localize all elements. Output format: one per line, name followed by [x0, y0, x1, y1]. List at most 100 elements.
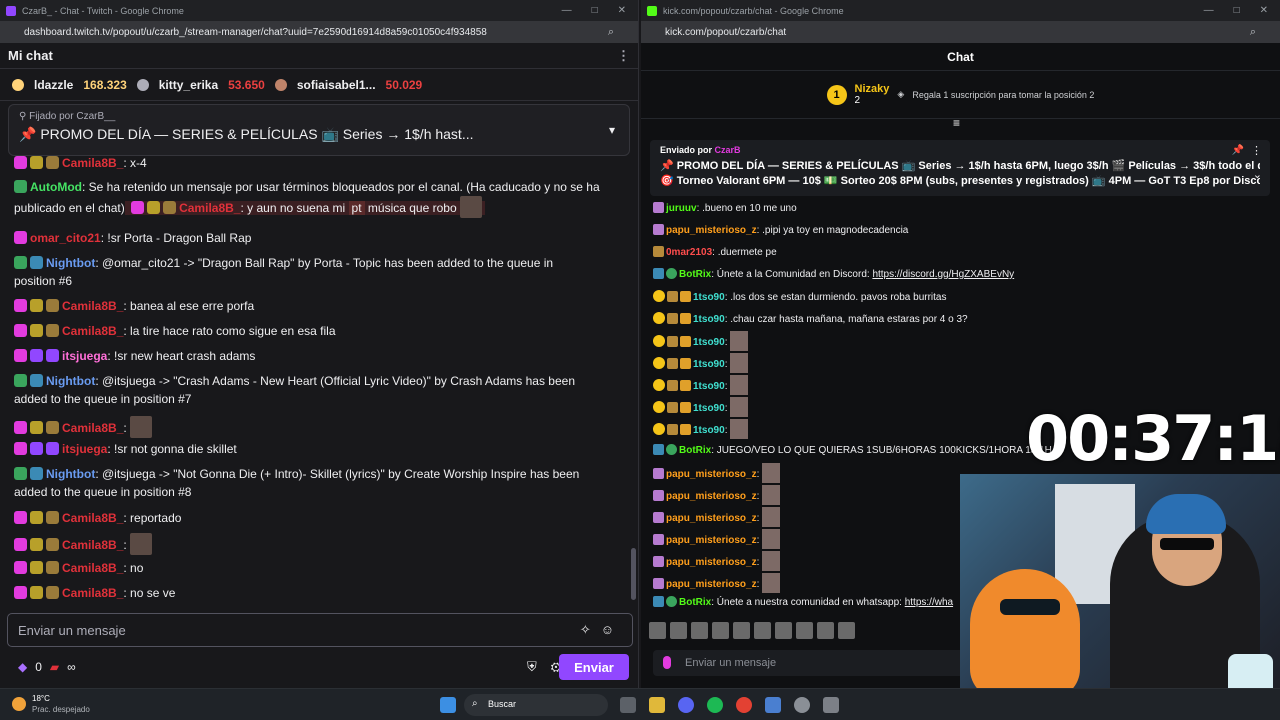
- username[interactable]: juruuv: [666, 203, 697, 214]
- username[interactable]: Nightbot: [46, 467, 95, 481]
- username[interactable]: 1tso90: [693, 292, 725, 303]
- username[interactable]: Camila8B_: [62, 538, 123, 552]
- emote-icon[interactable]: [649, 622, 666, 639]
- username[interactable]: itsjuega: [62, 442, 107, 456]
- emote-icon[interactable]: [712, 622, 729, 639]
- emote-icon[interactable]: [775, 622, 792, 639]
- search-box[interactable]: ⌕ Buscar: [464, 694, 608, 716]
- username[interactable]: 1tso90: [693, 381, 725, 392]
- emote-icon[interactable]: [733, 622, 750, 639]
- username[interactable]: 0mar2103: [666, 247, 712, 258]
- chevron-down-icon[interactable]: ⌄: [1253, 168, 1262, 181]
- username[interactable]: 1tso90: [693, 337, 725, 348]
- emote-icon[interactable]: [670, 622, 687, 639]
- zoom-icon[interactable]: ⌕: [1250, 26, 1256, 39]
- emote-icon[interactable]: [691, 622, 708, 639]
- username[interactable]: Camila8B_: [62, 324, 123, 338]
- url-text[interactable]: kick.com/popout/czarb/chat: [665, 27, 786, 38]
- filter-icon[interactable]: ≡: [953, 116, 960, 130]
- username[interactable]: Camila8B_: [62, 299, 123, 313]
- leader-3[interactable]: sofiaisabel1...: [297, 78, 376, 92]
- username[interactable]: papu_misterioso_z: [666, 513, 757, 524]
- task-view-icon[interactable]: [620, 697, 636, 713]
- message-text: : @itsjuega -> "Not Gonna Die (+ Intro)-…: [95, 467, 580, 481]
- whatsapp-link[interactable]: https://wha: [905, 597, 953, 608]
- username[interactable]: papu_misterioso_z: [666, 491, 757, 502]
- send-button[interactable]: Enviar: [559, 654, 629, 680]
- more-options-icon[interactable]: ⋮: [1251, 144, 1262, 157]
- username[interactable]: BotRix: [679, 445, 711, 456]
- address-bar[interactable]: kick.com/popout/czarb/chat ⌕: [641, 21, 1280, 43]
- username[interactable]: Nightbot: [46, 256, 95, 270]
- channel-points-icon[interactable]: ◆: [18, 660, 27, 674]
- emote-icon[interactable]: [754, 622, 771, 639]
- sunglasses-icon: [1160, 538, 1214, 550]
- chat-scrollbar[interactable]: [631, 548, 636, 600]
- username[interactable]: papu_misterioso_z: [666, 225, 757, 236]
- maximize-icon[interactable]: □: [592, 5, 598, 16]
- chat-message: Nightbot: @itsjuega -> "Not Gonna Die (+…: [14, 465, 624, 501]
- url-text[interactable]: dashboard.twitch.tv/popout/u/czarb_/stre…: [24, 27, 487, 38]
- file-explorer-icon[interactable]: [649, 697, 665, 713]
- infinity-value: ∞: [67, 660, 76, 674]
- username[interactable]: itsjuega: [62, 349, 107, 363]
- username[interactable]: papu_misterioso_z: [666, 535, 757, 546]
- chevron-down-icon[interactable]: ▾: [609, 123, 615, 137]
- close-icon[interactable]: ✕: [1260, 5, 1268, 16]
- discord-link[interactable]: https://discord.gg/HgZXABEvNy: [872, 269, 1014, 280]
- username[interactable]: AutoMod: [30, 180, 82, 194]
- more-options-icon[interactable]: ⋮: [617, 48, 630, 64]
- chat-input[interactable]: Enviar un mensaje ✧☺: [7, 613, 633, 647]
- chrome-icon[interactable]: [736, 697, 752, 713]
- zoom-icon[interactable]: ⌕: [608, 26, 614, 39]
- minimize-icon[interactable]: —: [562, 5, 572, 16]
- celebrate-icon[interactable]: ✧: [580, 622, 601, 637]
- username[interactable]: Camila8B_: [179, 201, 240, 215]
- username[interactable]: 1tso90: [693, 403, 725, 414]
- pinned-message[interactable]: Enviado por CzarB 📌 PROMO DEL DÍA — SERI…: [650, 140, 1270, 196]
- emote-icon[interactable]: [838, 622, 855, 639]
- address-bar[interactable]: dashboard.twitch.tv/popout/u/czarb_/stre…: [0, 21, 638, 43]
- obs-icon[interactable]: [794, 697, 810, 713]
- username[interactable]: Camila8B_: [62, 511, 123, 525]
- username[interactable]: papu_misterioso_z: [666, 557, 757, 568]
- username[interactable]: omar_cito21: [30, 231, 101, 245]
- username[interactable]: Nightbot: [46, 374, 95, 388]
- username[interactable]: Camila8B_: [62, 561, 123, 575]
- calculator-icon[interactable]: [823, 697, 839, 713]
- gift-badge-icon: [30, 538, 43, 551]
- gift-cta[interactable]: Regala 1 suscripción para tomar la posic…: [912, 90, 1094, 100]
- shield-icon[interactable]: ⛨: [527, 659, 551, 674]
- leader-1[interactable]: ldazzle: [34, 78, 73, 92]
- discord-icon[interactable]: [678, 697, 694, 713]
- spotify-icon[interactable]: [707, 697, 723, 713]
- username[interactable]: 1tso90: [693, 359, 725, 370]
- emoji-icon[interactable]: ☺: [601, 622, 624, 637]
- emote-icon[interactable]: [817, 622, 834, 639]
- maximize-icon[interactable]: □: [1234, 5, 1240, 16]
- username[interactable]: Camila8B_: [62, 586, 123, 600]
- username[interactable]: 1tso90: [693, 314, 725, 325]
- pinned-message[interactable]: ⚲ Fijado por CzarB__ 📌 PROMO DEL DÍA — S…: [8, 104, 630, 156]
- close-icon[interactable]: ✕: [618, 5, 626, 16]
- window-controls[interactable]: — □ ✕: [562, 5, 632, 16]
- username[interactable]: Camila8B_: [62, 156, 123, 170]
- emote-icon[interactable]: [796, 622, 813, 639]
- window-controls[interactable]: — □ ✕: [1204, 5, 1274, 16]
- username[interactable]: Camila8B_: [62, 421, 123, 435]
- username[interactable]: 1tso90: [693, 425, 725, 436]
- gifter-name[interactable]: Nizaky: [855, 83, 890, 95]
- notepad-icon[interactable]: [765, 697, 781, 713]
- minimize-icon[interactable]: —: [1204, 5, 1214, 16]
- username[interactable]: BotRix: [679, 597, 711, 608]
- leader-2[interactable]: kitty_erika: [159, 78, 218, 92]
- windows-start-icon[interactable]: [440, 697, 456, 713]
- message-text: : reportado: [123, 511, 182, 525]
- weather-widget[interactable]: 18°C Prac. despejado: [12, 693, 90, 715]
- username[interactable]: papu_misterioso_z: [666, 469, 757, 480]
- chat-title: Mi chat: [8, 48, 53, 63]
- username[interactable]: BotRix: [679, 269, 711, 280]
- bits-icon[interactable]: ▰: [50, 660, 59, 674]
- pin-icon[interactable]: 📌: [1232, 145, 1244, 156]
- username[interactable]: papu_misterioso_z: [666, 579, 757, 590]
